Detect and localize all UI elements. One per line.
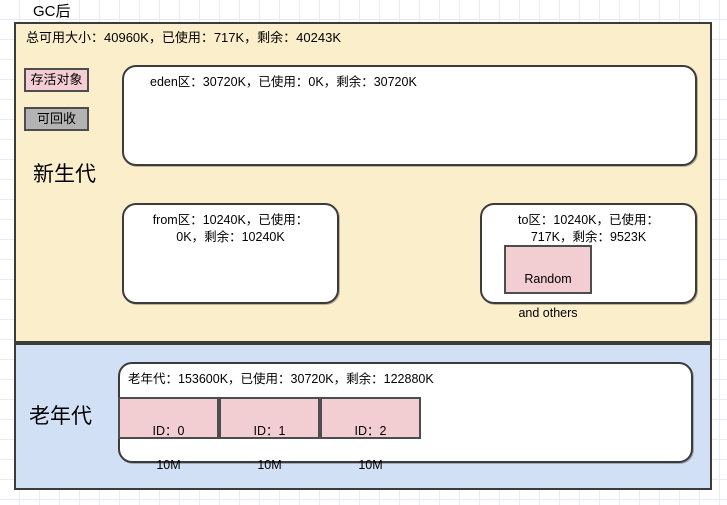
object-block-random-line1: Random — [524, 272, 572, 286]
object-block-id-2-line1: ID：2 — [354, 424, 387, 438]
from-zone-text-line2: 0K，剩余：10240K — [176, 230, 285, 244]
eden-zone-text: eden区：30720K，已使用：0K，剩余：30720K — [150, 75, 417, 89]
old-generation-zone-text: 老年代：153600K，已使用：30720K，剩余：122880K — [128, 372, 434, 386]
diagram-title: GC后 — [33, 3, 71, 20]
from-zone-text-line1: from区：10240K，已使用： — [152, 213, 309, 227]
to-zone-text-line1: to区：10240K，已使用： — [517, 213, 660, 227]
diagram-canvas: GC后 总可用大小：40960K，已使用：717K，剩余：40243K 存活对象… — [0, 0, 727, 505]
from-zone-box: from区：10240K，已使用： 0K，剩余：10240K — [122, 203, 339, 304]
object-block-id-0-line2: 10M — [156, 458, 181, 472]
to-zone-text: to区：10240K，已使用： 717K，剩余：9523K — [482, 212, 695, 246]
object-block-id-2: ID：2 10M — [320, 397, 421, 472]
object-block-id-0: ID：0 10M — [118, 397, 219, 472]
from-zone-text: from区：10240K，已使用： 0K，剩余：10240K — [124, 212, 337, 246]
legend-alive-objects: 存活对象 — [24, 68, 89, 92]
object-block-id-1-line1: ID：1 — [253, 424, 286, 438]
object-block-id-0-line1: ID：0 — [152, 424, 185, 438]
object-block-id-2-line2: 10M — [358, 458, 383, 472]
young-generation-label: 新生代 — [33, 163, 96, 186]
object-block-random-line2: and others — [518, 306, 578, 320]
old-generation-label: 老年代 — [29, 405, 92, 428]
object-block-random: Random and others — [504, 245, 592, 320]
to-zone-text-line2: 717K，剩余：9523K — [530, 230, 647, 244]
legend-garbage-objects: 可回收 — [24, 107, 89, 131]
object-block-id-1-line2: 10M — [257, 458, 282, 472]
young-generation-summary: 总可用大小：40960K，已使用：717K，剩余：40243K — [26, 30, 342, 45]
eden-zone-box: eden区：30720K，已使用：0K，剩余：30720K — [122, 65, 697, 166]
object-block-id-1: ID：1 10M — [219, 397, 320, 472]
